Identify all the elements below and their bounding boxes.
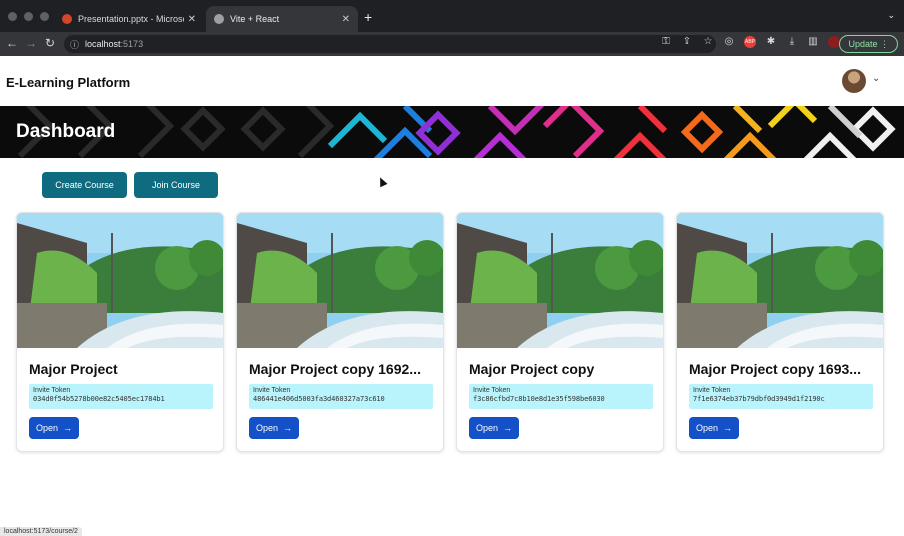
browser-tab-vite-react[interactable]: Vite + React ✕ [206,6,358,32]
course-card: Major Project copy Invite Token f3c86cfb… [456,212,664,452]
invite-token-value: 7f1e6374eb37b79dbf0d3949d1f2190c [693,395,825,403]
arrow-right-icon: → [283,423,293,433]
address-bar[interactable]: ⓘ localhost:5173 [64,35,716,53]
reload-icon[interactable]: ↻ [45,36,55,50]
open-course-button[interactable]: Open → [249,417,299,439]
open-label: Open [475,423,499,433]
course-thumbnail [457,213,663,348]
browser-tab-bar: Presentation.pptx - Microsoft P ✕ Vite +… [0,0,904,32]
status-url-preview: localhost:5173/course/2 [0,527,82,536]
back-arrow-icon[interactable]: ← [6,36,18,50]
course-card: Major Project copy 1693... Invite Token … [676,212,884,452]
powerpoint-favicon-icon [62,14,72,24]
invite-token-box: Invite Token 486441e406d5003fa3d460327a7… [249,384,433,409]
invite-token-box: Invite Token 034d0f54b5278b00e82c5405ec1… [29,384,213,409]
banner-pattern [17,106,896,158]
minimize-window-icon[interactable] [24,12,33,21]
course-thumbnail [677,213,883,348]
course-thumbnail [237,213,443,348]
tab-title: Presentation.pptx - Microsoft P [78,14,184,24]
course-card: Major Project copy 1692... Invite Token … [236,212,444,452]
course-title: Major Project copy [469,361,595,377]
course-card: Major Project Invite Token 034d0f54b5278… [16,212,224,452]
invite-token-box: Invite Token f3c86cfbd7c8b10e8d1e35f598b… [469,384,653,409]
page-title: Dashboard [16,121,116,142]
invite-token-box: Invite Token 7f1e6374eb37b79dbf0d3949d1f… [689,384,873,409]
invite-token-label: Invite Token [33,387,71,394]
key-icon[interactable]: ⚿ [660,36,672,48]
close-tab-icon[interactable]: ✕ [342,14,350,25]
new-tab-icon[interactable]: + [364,9,372,25]
close-tab-icon[interactable]: ✕ [188,14,196,25]
open-course-button[interactable]: Open → [689,417,739,439]
open-label: Open [695,423,719,433]
course-thumbnail [17,213,223,348]
close-window-icon[interactable] [8,12,17,21]
tab-title: Vite + React [230,14,280,24]
dashboard-banner: Dashboard [0,106,904,158]
forward-arrow-icon[interactable]: → [25,36,37,50]
arrow-right-icon: → [723,423,733,433]
user-avatar[interactable] [842,69,866,93]
window-controls[interactable] [8,12,49,21]
abp-extension-icon[interactable]: ABP [744,36,756,48]
open-label: Open [255,423,279,433]
globe-favicon-icon [214,14,224,24]
site-info-icon[interactable]: ⓘ [70,38,79,51]
browser-toolbar: ← → ↻ ⓘ localhost:5173 ⚿ ⇪ ☆ ◎ ABP ✱ ⤓ ▥… [0,32,904,56]
maximize-window-icon[interactable] [40,12,49,21]
join-course-button[interactable]: Join Course [134,172,218,198]
invite-token-value: f3c86cfbd7c8b10e8d1e35f598be6030 [473,395,605,403]
invite-token-label: Invite Token [473,387,511,394]
puzzle-extensions-icon[interactable]: ✱ [765,36,777,48]
brand-title: E-Learning Platform [6,75,131,90]
side-panel-icon[interactable]: ▥ [807,36,819,48]
app-header: E-Learning Platform [0,56,904,106]
url-host: localhost [85,39,121,49]
mouse-cursor-icon [376,175,388,188]
chevron-down-icon[interactable]: ⌄ [872,73,880,84]
profile-icon[interactable] [828,36,840,48]
create-course-button[interactable]: Create Course [42,172,127,198]
open-label: Open [35,423,59,433]
extension-icons: ⚿ ⇪ ☆ ◎ ABP ✱ ⤓ ▥ [660,36,840,48]
arrow-right-icon: → [503,423,513,433]
share-icon[interactable]: ⇪ [681,36,693,48]
invite-token-value: 486441e406d5003fa3d460327a73c610 [253,395,385,403]
arrow-right-icon: → [63,423,73,433]
url-port: :5173 [120,39,144,49]
invite-token-label: Invite Token [693,387,731,394]
invite-token-label: Invite Token [253,387,291,394]
update-button[interactable]: Update ⋮ [839,35,898,53]
bookmark-star-icon[interactable]: ☆ [702,36,714,48]
open-course-button[interactable]: Open → [29,417,79,439]
course-title: Major Project copy 1693... [689,361,861,377]
update-label: Update [848,39,878,49]
course-title: Major Project copy 1692... [249,361,421,377]
invite-token-value: 034d0f54b5278b00e82c5405ec1784b1 [33,395,165,403]
open-course-button[interactable]: Open → [469,417,519,439]
tab-search-chevron-icon[interactable]: ⌄ [887,10,895,21]
incognito-extension-icon[interactable]: ◎ [723,36,735,48]
course-title: Major Project [29,361,118,377]
download-icon[interactable]: ⤓ [786,36,798,48]
browser-tab-presentation[interactable]: Presentation.pptx - Microsoft P ✕ [54,6,204,32]
